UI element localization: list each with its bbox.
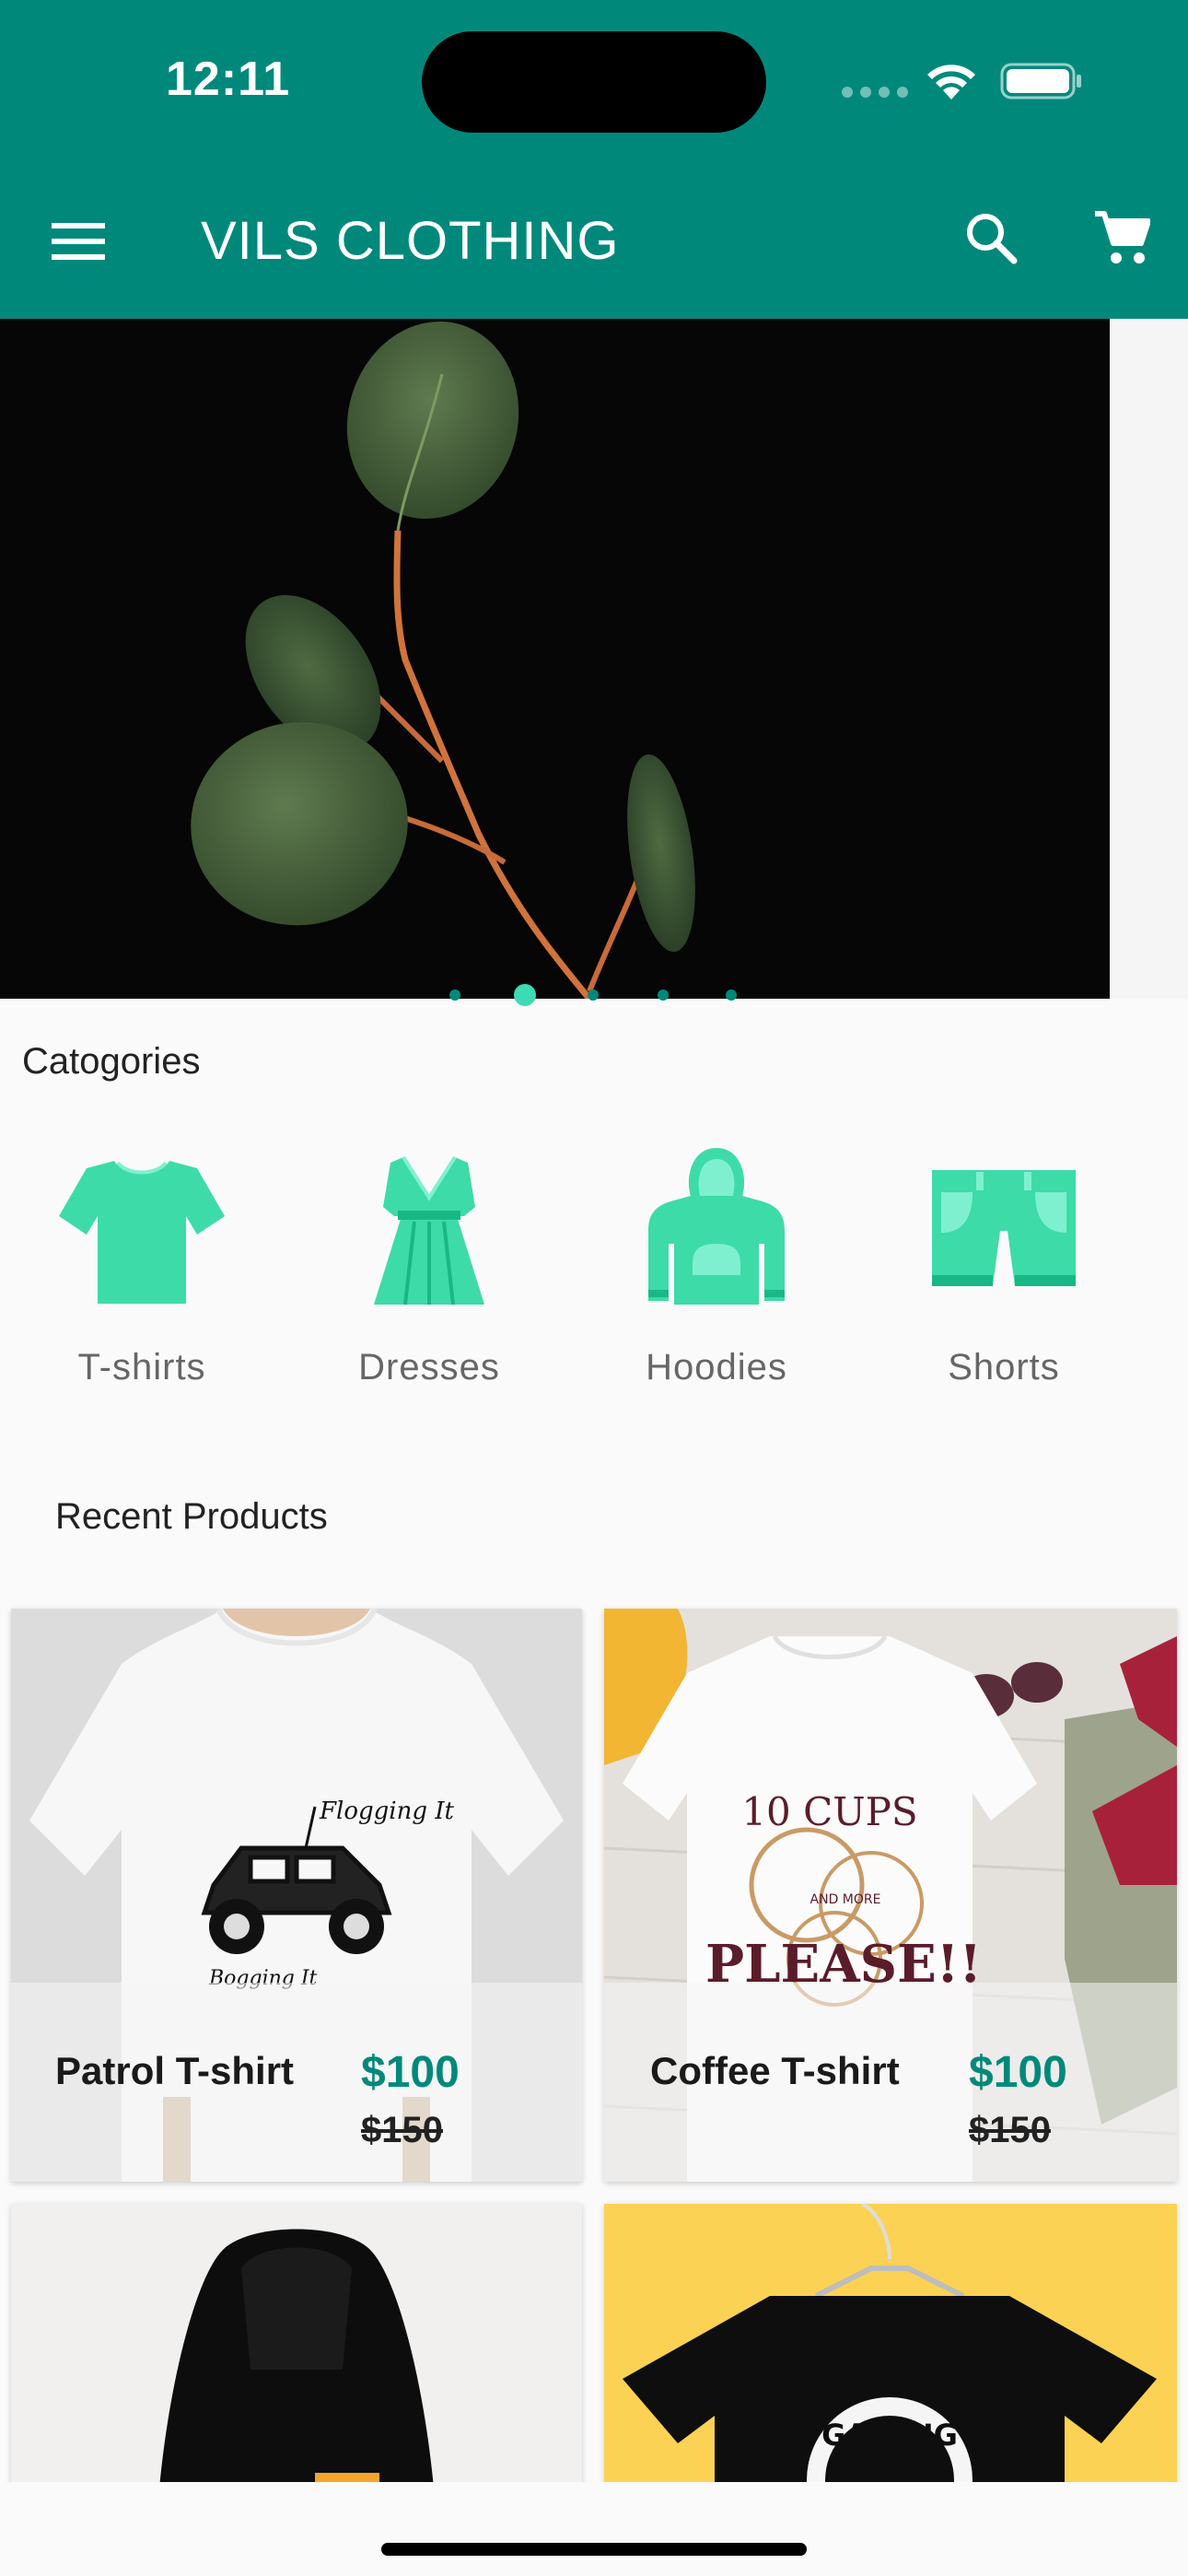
product-name: Patrol T-shirt bbox=[55, 2049, 295, 2092]
carousel-dot[interactable] bbox=[588, 989, 599, 1001]
product-old-price: $150 bbox=[361, 2110, 443, 2150]
product-card[interactable]: Flogging It Bogging It Patrol T-shirt $1… bbox=[11, 1609, 582, 2182]
hoodie-icon bbox=[648, 1148, 785, 1305]
category-label: Dresses bbox=[358, 1347, 500, 1388]
product-price: $100 bbox=[361, 2048, 460, 2097]
shirt-print-line2-text: AND MORE bbox=[810, 1892, 881, 1907]
recent-products-title: Recent Products bbox=[55, 1496, 328, 1537]
category-label: Hoodies bbox=[646, 1347, 787, 1388]
carousel-dot[interactable] bbox=[726, 989, 737, 1001]
banner-carousel[interactable] bbox=[0, 319, 1110, 999]
menu-icon bbox=[52, 223, 105, 260]
search-icon bbox=[967, 214, 1018, 264]
search-button[interactable] bbox=[954, 201, 1028, 275]
category-label: Shorts bbox=[948, 1347, 1060, 1388]
home-indicator[interactable] bbox=[381, 2543, 807, 2556]
status-bar: 12:11 bbox=[0, 0, 1188, 160]
category-dresses[interactable]: Dresses bbox=[319, 1142, 540, 1400]
product-image bbox=[11, 2204, 582, 2499]
dynamic-island bbox=[422, 31, 766, 133]
carousel-indicator bbox=[0, 978, 1188, 1012]
shirt-print-text: GAMING bbox=[821, 2418, 958, 2453]
categories-title: Catogories bbox=[22, 1041, 201, 1082]
battery-icon bbox=[1000, 63, 1081, 100]
shirt-print-line1-text: 10 CUPS bbox=[741, 1789, 917, 1834]
category-hoodies[interactable]: Hoodies bbox=[606, 1142, 827, 1400]
bottom-safe-area bbox=[0, 2482, 1188, 2576]
tshirt-icon bbox=[59, 1161, 225, 1304]
product-card[interactable] bbox=[11, 2204, 582, 2499]
banner-image bbox=[191, 321, 695, 999]
carousel-dot[interactable] bbox=[449, 989, 460, 1001]
product-card[interactable]: 10 CUPS AND MORE PLEASE!! Coffee T-shirt… bbox=[604, 1609, 1177, 2182]
dress-icon bbox=[374, 1155, 484, 1306]
cellular-signal-icon bbox=[842, 87, 908, 98]
status-time: 12:11 bbox=[166, 53, 291, 106]
carousel-dot[interactable] bbox=[658, 989, 669, 1001]
carousel-dot-active[interactable] bbox=[514, 984, 536, 1006]
app-title: VILS CLOTHING bbox=[201, 211, 620, 271]
cart-icon bbox=[1095, 211, 1150, 263]
category-shorts[interactable]: Shorts bbox=[893, 1142, 1114, 1400]
shirt-print-top-text: Flogging It bbox=[319, 1797, 455, 1825]
product-old-price: $150 bbox=[969, 2110, 1051, 2150]
product-card[interactable]: GAMING bbox=[604, 2204, 1177, 2499]
category-tshirts[interactable]: T-shirts bbox=[31, 1142, 252, 1400]
cart-button[interactable] bbox=[1083, 201, 1160, 275]
product-image: GAMING bbox=[604, 2204, 1177, 2499]
product-price: $100 bbox=[969, 2048, 1067, 2097]
app-bar: VILS CLOTHING bbox=[0, 160, 1188, 319]
wifi-icon bbox=[927, 64, 975, 100]
product-name: Coffee T-shirt bbox=[650, 2049, 900, 2092]
category-label: T-shirts bbox=[77, 1347, 206, 1388]
menu-button[interactable] bbox=[37, 205, 120, 278]
banner-next-slide-edge bbox=[1110, 319, 1188, 999]
shorts-icon bbox=[932, 1170, 1076, 1286]
